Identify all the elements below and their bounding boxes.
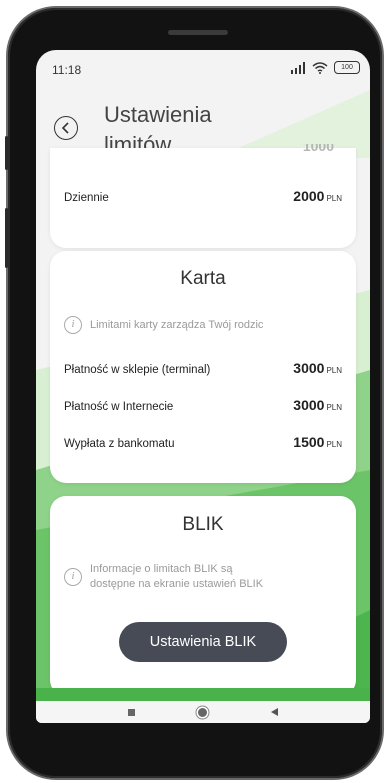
recent-apps-icon[interactable] <box>127 708 135 716</box>
daily-limit-label: Dziennie <box>64 192 109 204</box>
karta-info-text: Limitami karty zarządza Twój rodzic <box>90 318 264 331</box>
info-icon: i <box>64 568 82 586</box>
limit-row-terminal: Płatność w sklepie (terminal) 3000 PLN <box>64 360 342 376</box>
limit-amount-terminal: 3000 PLN <box>293 360 342 376</box>
system-nav-bar <box>36 701 370 723</box>
volume-button <box>5 208 8 268</box>
limit-value-internet: 3000 <box>293 397 325 413</box>
chevron-left-icon <box>61 122 69 134</box>
phone-frame: 11:18 100 Ustawienia limitów 1000 Dzienn… <box>5 8 382 778</box>
daily-limit-amount: 2000 PLN <box>293 188 342 204</box>
back-triangle-icon[interactable] <box>271 708 279 716</box>
karta-card-title: Karta <box>180 268 226 289</box>
home-icon[interactable] <box>198 707 208 717</box>
daily-limit-value: 2000 <box>293 188 325 204</box>
limit-value-terminal: 3000 <box>293 360 325 376</box>
limit-currency-internet: PLN <box>326 403 342 412</box>
blik-card: BLIK i Informacje o limitach BLIK są dos… <box>50 496 356 696</box>
daily-limit-currency: PLN <box>326 194 342 203</box>
limit-label-internet: Płatność w Internecie <box>64 401 174 413</box>
earpiece <box>168 30 228 35</box>
blik-info-line1: Informacje o limitach BLIK są <box>90 563 233 575</box>
blik-info-text: Informacje o limitach BLIK są dostępne n… <box>90 562 263 592</box>
limit-value-atm: 1500 <box>293 434 325 450</box>
karta-card: Karta i Limitami karty zarządza Twój rod… <box>50 251 356 483</box>
back-button[interactable] <box>54 116 78 140</box>
karta-info: i Limitami karty zarządza Twój rodzic <box>64 316 346 334</box>
wifi-icon <box>312 61 328 74</box>
signal-icon <box>291 61 305 74</box>
limit-amount-atm: 1500 PLN <box>293 434 342 450</box>
blik-info-line2: dostępne na ekranie ustawień BLIK <box>90 578 264 590</box>
limit-currency-terminal: PLN <box>326 366 342 375</box>
blik-info: i Informacje o limitach BLIK są dostępne… <box>64 562 346 592</box>
partial-limit-value: 1000 <box>302 144 334 154</box>
power-button <box>5 136 8 170</box>
info-icon: i <box>64 316 82 334</box>
blik-settings-button[interactable]: Ustawienia BLIK <box>119 622 287 662</box>
battery-icon: 100 <box>334 61 360 74</box>
status-bar: 11:18 100 <box>36 50 370 88</box>
limit-amount-internet: 3000 PLN <box>293 397 342 413</box>
limit-label-atm: Wypłata z bankomatu <box>64 438 175 450</box>
footer-strip <box>36 688 370 702</box>
page-title-line1: Ustawienia <box>104 102 212 127</box>
app-screen: 11:18 100 Ustawienia limitów 1000 Dzienn… <box>36 50 370 723</box>
status-time: 11:18 <box>52 63 82 77</box>
blik-card-title: BLIK <box>182 514 224 535</box>
limit-label-terminal: Płatność w sklepie (terminal) <box>64 364 211 376</box>
daily-limit-row: Dziennie 2000 PLN <box>64 188 342 204</box>
limit-row-internet: Płatność w Internecie 3000 PLN <box>64 397 342 413</box>
limit-currency-atm: PLN <box>326 440 342 449</box>
daily-limit-card: 1000 Dziennie 2000 PLN <box>50 144 356 248</box>
status-icons: 100 <box>290 61 360 74</box>
limit-row-atm: Wypłata z bankomatu 1500 PLN <box>64 434 342 450</box>
